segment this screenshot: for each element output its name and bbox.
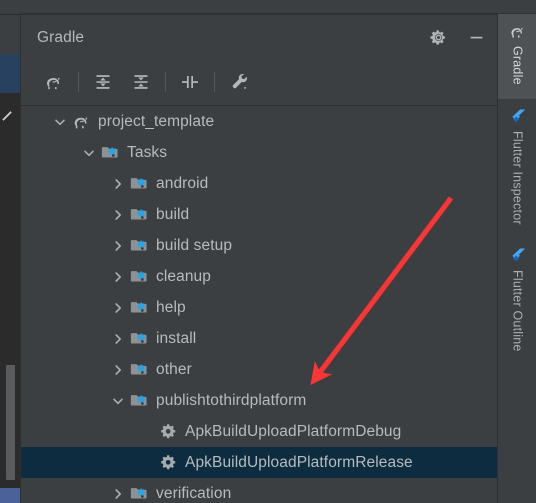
tree-node-label: ApkBuildUploadPlatformRelease (185, 453, 413, 471)
tree-row[interactable]: build (21, 199, 497, 230)
settings-icon (430, 30, 445, 45)
task-folder-icon (100, 143, 120, 163)
tree-node-label: build (156, 205, 190, 223)
tool-window-button-gradle[interactable]: Gradle (498, 14, 536, 99)
editor-left-sliver (0, 0, 20, 503)
right-tool-window-stripe: Gradle Flutter Inspector Flutter Outline (497, 14, 536, 503)
tree-row[interactable]: Tasks (21, 137, 497, 168)
tree-node-label: android (156, 174, 209, 192)
gradle-panel: Gradle project_template Tasks android bu… (20, 14, 497, 503)
tree-row[interactable]: ApkBuildUploadPlatformDebug (21, 416, 497, 447)
task-folder-icon (129, 298, 149, 318)
task-folder-icon (129, 267, 149, 287)
chevron-right-icon[interactable] (107, 230, 129, 261)
tree-node-label: project_template (98, 112, 215, 130)
tree-node-label: install (156, 329, 197, 347)
gear-task-icon (158, 422, 178, 442)
chevron-right-icon[interactable] (107, 478, 129, 503)
task-folder-icon (129, 329, 149, 349)
settings-button[interactable] (427, 27, 449, 49)
tree-row[interactable]: build setup (21, 230, 497, 261)
tree-node-label: Tasks (127, 143, 168, 161)
toggle-offline-mode-button[interactable] (171, 67, 209, 97)
tree-row[interactable]: publishtothirdplatform (21, 385, 497, 416)
chevron-down-icon[interactable] (49, 106, 71, 137)
tree-twisty-placeholder (136, 447, 158, 478)
chevron-right-icon[interactable] (107, 354, 129, 385)
chevron-right-icon[interactable] (107, 199, 129, 230)
expand-all-icon (96, 75, 110, 89)
editor-selected-line (0, 54, 20, 93)
tree-row[interactable]: cleanup (21, 261, 497, 292)
tree-node-label: cleanup (156, 267, 211, 285)
refresh-gradle-icon (47, 77, 60, 90)
tool-window-button-flutter-inspector[interactable]: Flutter Inspector (498, 99, 536, 239)
build-tool-settings-icon (232, 74, 247, 90)
gradle-tool-window-screenshot: Gradle project_template Tasks android bu… (0, 0, 536, 503)
task-folder-icon (129, 205, 149, 225)
editor-caret-icon (2, 111, 12, 121)
tool-window-button-label: Flutter Outline (510, 270, 525, 352)
editor-top-strip (0, 0, 536, 14)
tree-node-label: build setup (156, 236, 233, 254)
tree-row[interactable]: help (21, 292, 497, 323)
task-folder-icon (129, 360, 149, 380)
tree-row[interactable]: ApkBuildUploadPlatformRelease (21, 447, 497, 478)
chevron-down-icon[interactable] (107, 385, 129, 416)
tree-row[interactable]: verification (21, 478, 497, 503)
tree-node-label: other (156, 360, 192, 378)
gear-task-icon (158, 453, 178, 473)
flutter-logo-icon (509, 108, 526, 125)
gradle-elephant-icon (509, 23, 526, 40)
flutter-logo-icon (509, 247, 526, 264)
collapse-all-button[interactable] (122, 67, 160, 97)
task-folder-icon (129, 236, 149, 256)
toolbar-separator (214, 72, 215, 92)
reload-gradle-projects-button[interactable] (35, 67, 73, 97)
tree-node-label: help (156, 298, 186, 316)
expand-all-button[interactable] (84, 67, 122, 97)
editor-bottom-highlight (0, 488, 20, 503)
gradle-elephant-icon (71, 112, 91, 132)
chevron-right-icon[interactable] (107, 323, 129, 354)
chevron-down-icon[interactable] (78, 137, 100, 168)
build-tool-settings-button[interactable] (220, 67, 258, 97)
tree-row[interactable]: install (21, 323, 497, 354)
task-folder-icon (129, 391, 149, 411)
chevron-right-icon[interactable] (107, 168, 129, 199)
task-folder-icon (129, 484, 149, 503)
chevron-right-icon[interactable] (107, 261, 129, 292)
panel-title: Gradle (37, 28, 85, 46)
minimize-icon (470, 36, 482, 39)
tool-window-button-label: Flutter Inspector (510, 130, 525, 225)
tree-row[interactable]: project_template (21, 106, 497, 137)
tool-window-button-flutter-outline[interactable]: Flutter Outline (498, 238, 536, 366)
tree-node-label: ApkBuildUploadPlatformDebug (185, 422, 402, 440)
tree-twisty-placeholder (136, 416, 158, 447)
toggle-offline-mode-icon (182, 76, 198, 88)
gradle-task-tree[interactable]: project_template Tasks android build build s… (21, 105, 497, 503)
gradle-toolbar (21, 60, 497, 104)
editor-scrollbar-thumb[interactable] (6, 365, 15, 480)
tree-node-label: publishtothirdplatform (156, 391, 307, 409)
tool-window-button-label: Gradle (510, 46, 525, 85)
tree-node-label: verification (156, 484, 232, 502)
tree-row[interactable]: other (21, 354, 497, 385)
task-folder-icon (129, 174, 149, 194)
toolbar-separator (78, 72, 79, 92)
minimize-button[interactable] (465, 27, 487, 49)
collapse-all-icon (134, 75, 148, 89)
toolbar-separator (165, 72, 166, 92)
gradle-panel-header: Gradle (21, 15, 497, 60)
chevron-right-icon[interactable] (107, 292, 129, 323)
editor-gutter (0, 14, 20, 54)
panel-header-actions (427, 15, 487, 60)
tree-row[interactable]: android (21, 168, 497, 199)
editor-tab-strip (0, 0, 20, 14)
